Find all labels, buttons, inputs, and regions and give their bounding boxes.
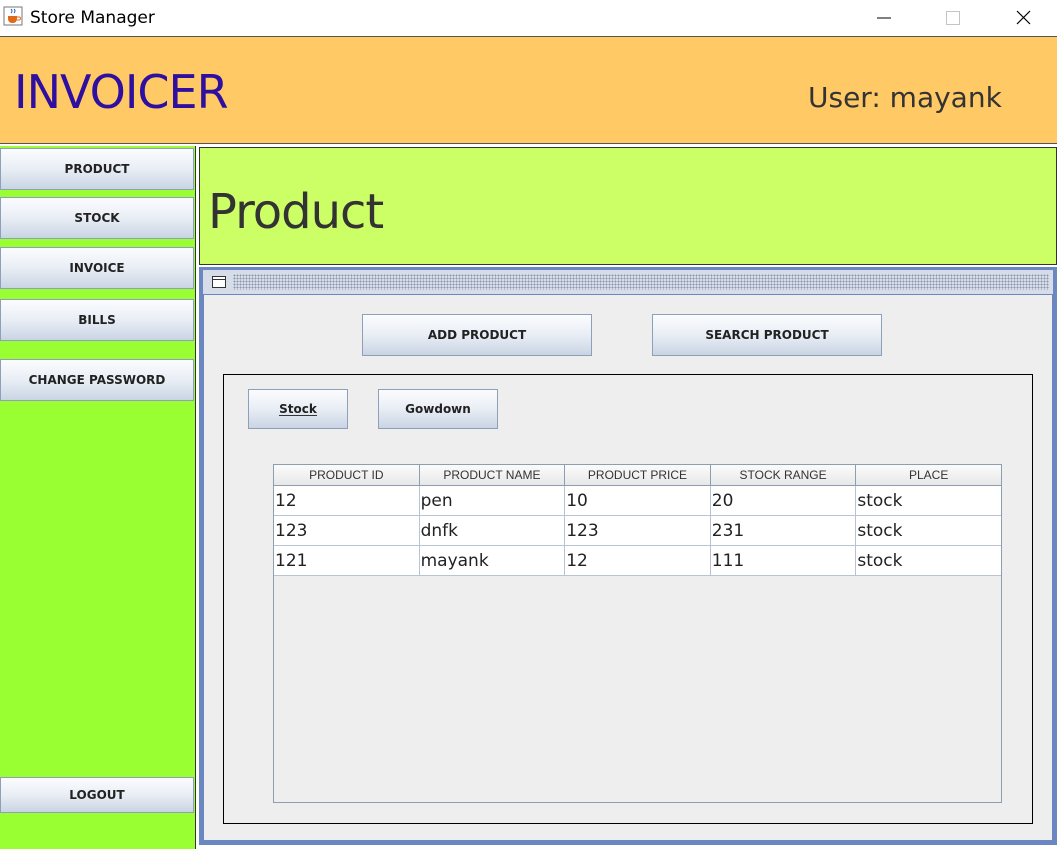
- stock-filter-label: Stock: [279, 401, 317, 416]
- sidebar-product-button[interactable]: PRODUCT: [0, 148, 194, 190]
- logout-button[interactable]: LOGOUT: [0, 777, 194, 813]
- page-title: Product: [208, 184, 384, 240]
- stock-filter-button[interactable]: Stock: [248, 389, 348, 429]
- sidebar-bills-button[interactable]: BILLS: [0, 299, 194, 341]
- internal-frame: ADD PRODUCT SEARCH PRODUCT Stock Gowdown…: [199, 267, 1057, 845]
- minimize-button[interactable]: [860, 0, 906, 36]
- table-cell[interactable]: 12: [565, 546, 711, 575]
- sidebar-invoice-button[interactable]: INVOICE: [0, 247, 194, 289]
- maximize-icon: [946, 11, 960, 25]
- minimize-icon: [877, 17, 891, 19]
- column-header-place[interactable]: PLACE: [856, 465, 1001, 485]
- table-cell[interactable]: pen: [420, 486, 566, 515]
- table-cell[interactable]: 12: [274, 486, 420, 515]
- table-header: PRODUCT ID PRODUCT NAME PRODUCT PRICE ST…: [274, 465, 1001, 486]
- sidebar-change-password-button[interactable]: CHANGE PASSWORD: [0, 359, 194, 401]
- column-header-product-id[interactable]: PRODUCT ID: [274, 465, 420, 485]
- internal-frame-body: ADD PRODUCT SEARCH PRODUCT Stock Gowdown…: [204, 295, 1052, 840]
- page-title-panel: Product: [199, 147, 1057, 265]
- table-row[interactable]: 12 pen 10 20 stock: [274, 486, 1001, 516]
- close-icon: [1016, 10, 1031, 25]
- internal-frame-titlebar[interactable]: [203, 270, 1053, 294]
- column-header-stock-range[interactable]: STOCK RANGE: [711, 465, 857, 485]
- table-cell[interactable]: stock: [856, 486, 1001, 515]
- current-user-label: User: mayank: [808, 81, 1002, 114]
- table-cell[interactable]: 231: [711, 516, 857, 545]
- table-cell[interactable]: stock: [856, 516, 1001, 545]
- table-cell[interactable]: 121: [274, 546, 420, 575]
- table-cell[interactable]: stock: [856, 546, 1001, 575]
- maximize-button[interactable]: [929, 0, 975, 36]
- table-cell[interactable]: mayank: [420, 546, 566, 575]
- table-cell[interactable]: 123: [565, 516, 711, 545]
- frame-window-icon[interactable]: [211, 275, 227, 289]
- sidebar-stock-button[interactable]: STOCK: [0, 197, 194, 239]
- table-row[interactable]: 123 dnfk 123 231 stock: [274, 516, 1001, 546]
- table-cell[interactable]: 123: [274, 516, 420, 545]
- search-product-button[interactable]: SEARCH PRODUCT: [652, 314, 882, 356]
- window-title: Store Manager: [30, 8, 155, 28]
- column-header-product-name[interactable]: PRODUCT NAME: [420, 465, 566, 485]
- table-row[interactable]: 121 mayank 12 111 stock: [274, 546, 1001, 576]
- window-titlebar: Store Manager: [0, 0, 1057, 36]
- add-product-button[interactable]: ADD PRODUCT: [362, 314, 592, 356]
- frame-titlebar-pattern: [233, 274, 1049, 290]
- close-button[interactable]: [1000, 0, 1046, 36]
- product-list-panel: Stock Gowdown PRODUCT ID PRODUCT NAME PR…: [223, 374, 1033, 824]
- table-cell[interactable]: 20: [711, 486, 857, 515]
- table-cell[interactable]: 111: [711, 546, 857, 575]
- sidebar: PRODUCT STOCK INVOICE BILLS CHANGE PASSW…: [0, 146, 196, 849]
- app-header: INVOICER User: mayank: [0, 36, 1057, 144]
- table-cell[interactable]: dnfk: [420, 516, 566, 545]
- app-brand: INVOICER: [14, 65, 229, 119]
- column-header-product-price[interactable]: PRODUCT PRICE: [565, 465, 711, 485]
- table-cell[interactable]: 10: [565, 486, 711, 515]
- gowdown-filter-button[interactable]: Gowdown: [378, 389, 498, 429]
- java-coffee-cup-icon: [3, 6, 23, 26]
- product-table: PRODUCT ID PRODUCT NAME PRODUCT PRICE ST…: [273, 464, 1002, 803]
